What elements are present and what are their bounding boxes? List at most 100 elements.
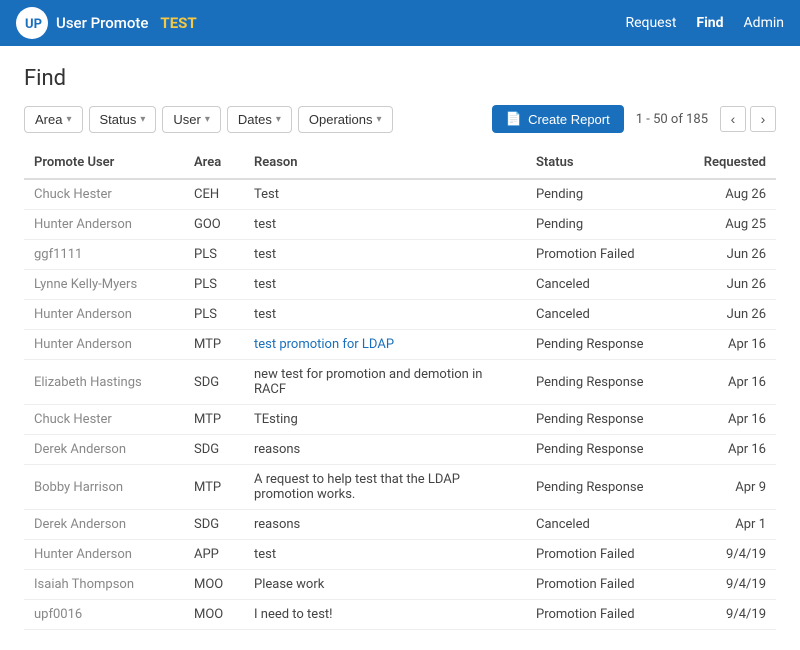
reason-text: test [254,217,276,232]
cell-status: Pending Response [526,330,686,360]
cell-user: Hunter Anderson [24,300,184,330]
cell-reason: reasons [244,510,526,540]
chevron-down-icon: ▾ [140,114,145,125]
reason-text: new test for promotion and demotion in R… [254,367,482,397]
report-icon: 📄 [506,111,522,127]
app-header: UP User Promote TEST Request Find Admin [0,0,800,46]
cell-requested: Apr 1 [686,510,776,540]
svg-text:UP: UP [25,17,42,32]
prev-page-button[interactable]: ‹ [720,106,746,132]
cell-status: Canceled [526,510,686,540]
cell-area: CEH [184,179,244,210]
table-row: Bobby Harrison MTP A request to help tes… [24,465,776,510]
reason-link[interactable]: test promotion for LDAP [254,337,394,352]
reason-text: Please work [254,577,324,592]
reason-text: test [254,547,276,562]
cell-status: Canceled [526,300,686,330]
cell-requested: Apr 9 [686,465,776,510]
cell-user: Chuck Hester [24,179,184,210]
cell-user: Bobby Harrison [24,465,184,510]
cell-area: MTP [184,405,244,435]
table-row: Hunter Anderson GOO test Pending Aug 25 [24,210,776,240]
cell-status: Promotion Failed [526,540,686,570]
cell-area: APP [184,540,244,570]
chevron-down-icon: ▾ [276,114,281,125]
reason-text: TEsting [254,412,298,427]
table-row: Hunter Anderson MTP test promotion for L… [24,330,776,360]
operations-filter[interactable]: Operations ▾ [298,106,393,133]
app-logo: UP [16,7,48,39]
cell-reason: test [244,270,526,300]
cell-area: SDG [184,435,244,465]
table-row: upf0016 MOO I need to test! Promotion Fa… [24,600,776,630]
filter-bar: Area ▾ Status ▾ User ▾ Dates ▾ Operation… [24,106,393,133]
area-filter[interactable]: Area ▾ [24,106,83,133]
cell-requested: Aug 26 [686,179,776,210]
chevron-down-icon: ▾ [66,114,71,125]
cell-requested: Jun 26 [686,300,776,330]
cell-reason: test promotion for LDAP [244,330,526,360]
cell-area: SDG [184,360,244,405]
col-header-area: Area [184,147,244,179]
cell-area: PLS [184,300,244,330]
table-row: Chuck Hester MTP TEsting Pending Respons… [24,405,776,435]
table-row: Isaiah Thompson MOO Please work Promotio… [24,570,776,600]
cell-user: Chuck Hester [24,405,184,435]
pagination-controls: ‹ › [720,106,776,132]
table-row: ggf1111 PLS test Promotion Failed Jun 26 [24,240,776,270]
cell-requested: Apr 16 [686,360,776,405]
cell-area: PLS [184,240,244,270]
page-title: Find [24,66,776,91]
cell-requested: Apr 16 [686,435,776,465]
chevron-down-icon: ▾ [376,114,381,125]
cell-status: Pending Response [526,360,686,405]
status-filter[interactable]: Status ▾ [89,106,157,133]
toolbar-right: 📄 Create Report 1 - 50 of 185 ‹ › [492,105,776,133]
toolbar: Area ▾ Status ▾ User ▾ Dates ▾ Operation… [24,105,776,133]
nav-find[interactable]: Find [696,15,723,31]
cell-user: Hunter Anderson [24,210,184,240]
cell-user: Isaiah Thompson [24,570,184,600]
table-row: Derek Anderson SDG reasons Canceled Apr … [24,510,776,540]
cell-requested: Apr 16 [686,405,776,435]
table-row: Lynne Kelly-Myers PLS test Canceled Jun … [24,270,776,300]
user-filter[interactable]: User ▾ [162,106,220,133]
cell-reason: new test for promotion and demotion in R… [244,360,526,405]
cell-user: Derek Anderson [24,435,184,465]
cell-requested: Aug 25 [686,210,776,240]
cell-user: Derek Anderson [24,510,184,540]
cell-reason: test [244,240,526,270]
chevron-down-icon: ▾ [205,114,210,125]
cell-requested: Apr 16 [686,330,776,360]
cell-user: Hunter Anderson [24,540,184,570]
cell-requested: 9/4/19 [686,570,776,600]
cell-reason: test [244,540,526,570]
dates-filter[interactable]: Dates ▾ [227,106,292,133]
col-header-reason: Reason [244,147,526,179]
cell-reason: Test [244,179,526,210]
reason-text: A request to help test that the LDAP pro… [254,472,460,502]
next-page-button[interactable]: › [750,106,776,132]
nav-admin[interactable]: Admin [744,15,784,31]
nav-request[interactable]: Request [625,15,676,31]
results-table: Promote User Area Reason Status Requeste… [24,147,776,630]
pagination-info: 1 - 50 of 185 [636,112,708,127]
table-row: Hunter Anderson APP test Promotion Faile… [24,540,776,570]
col-header-user: Promote User [24,147,184,179]
reason-text: test [254,247,276,262]
reason-text: reasons [254,517,300,532]
create-report-button[interactable]: 📄 Create Report [492,105,624,133]
table-header-row: Promote User Area Reason Status Requeste… [24,147,776,179]
cell-status: Pending Response [526,405,686,435]
reason-text: reasons [254,442,300,457]
col-header-status: Status [526,147,686,179]
cell-status: Promotion Failed [526,600,686,630]
table-row: Elizabeth Hastings SDG new test for prom… [24,360,776,405]
cell-user: Elizabeth Hastings [24,360,184,405]
cell-requested: Jun 26 [686,240,776,270]
cell-reason: test [244,300,526,330]
cell-area: PLS [184,270,244,300]
table-row: Derek Anderson SDG reasons Pending Respo… [24,435,776,465]
reason-text: Test [254,187,279,202]
cell-user: upf0016 [24,600,184,630]
